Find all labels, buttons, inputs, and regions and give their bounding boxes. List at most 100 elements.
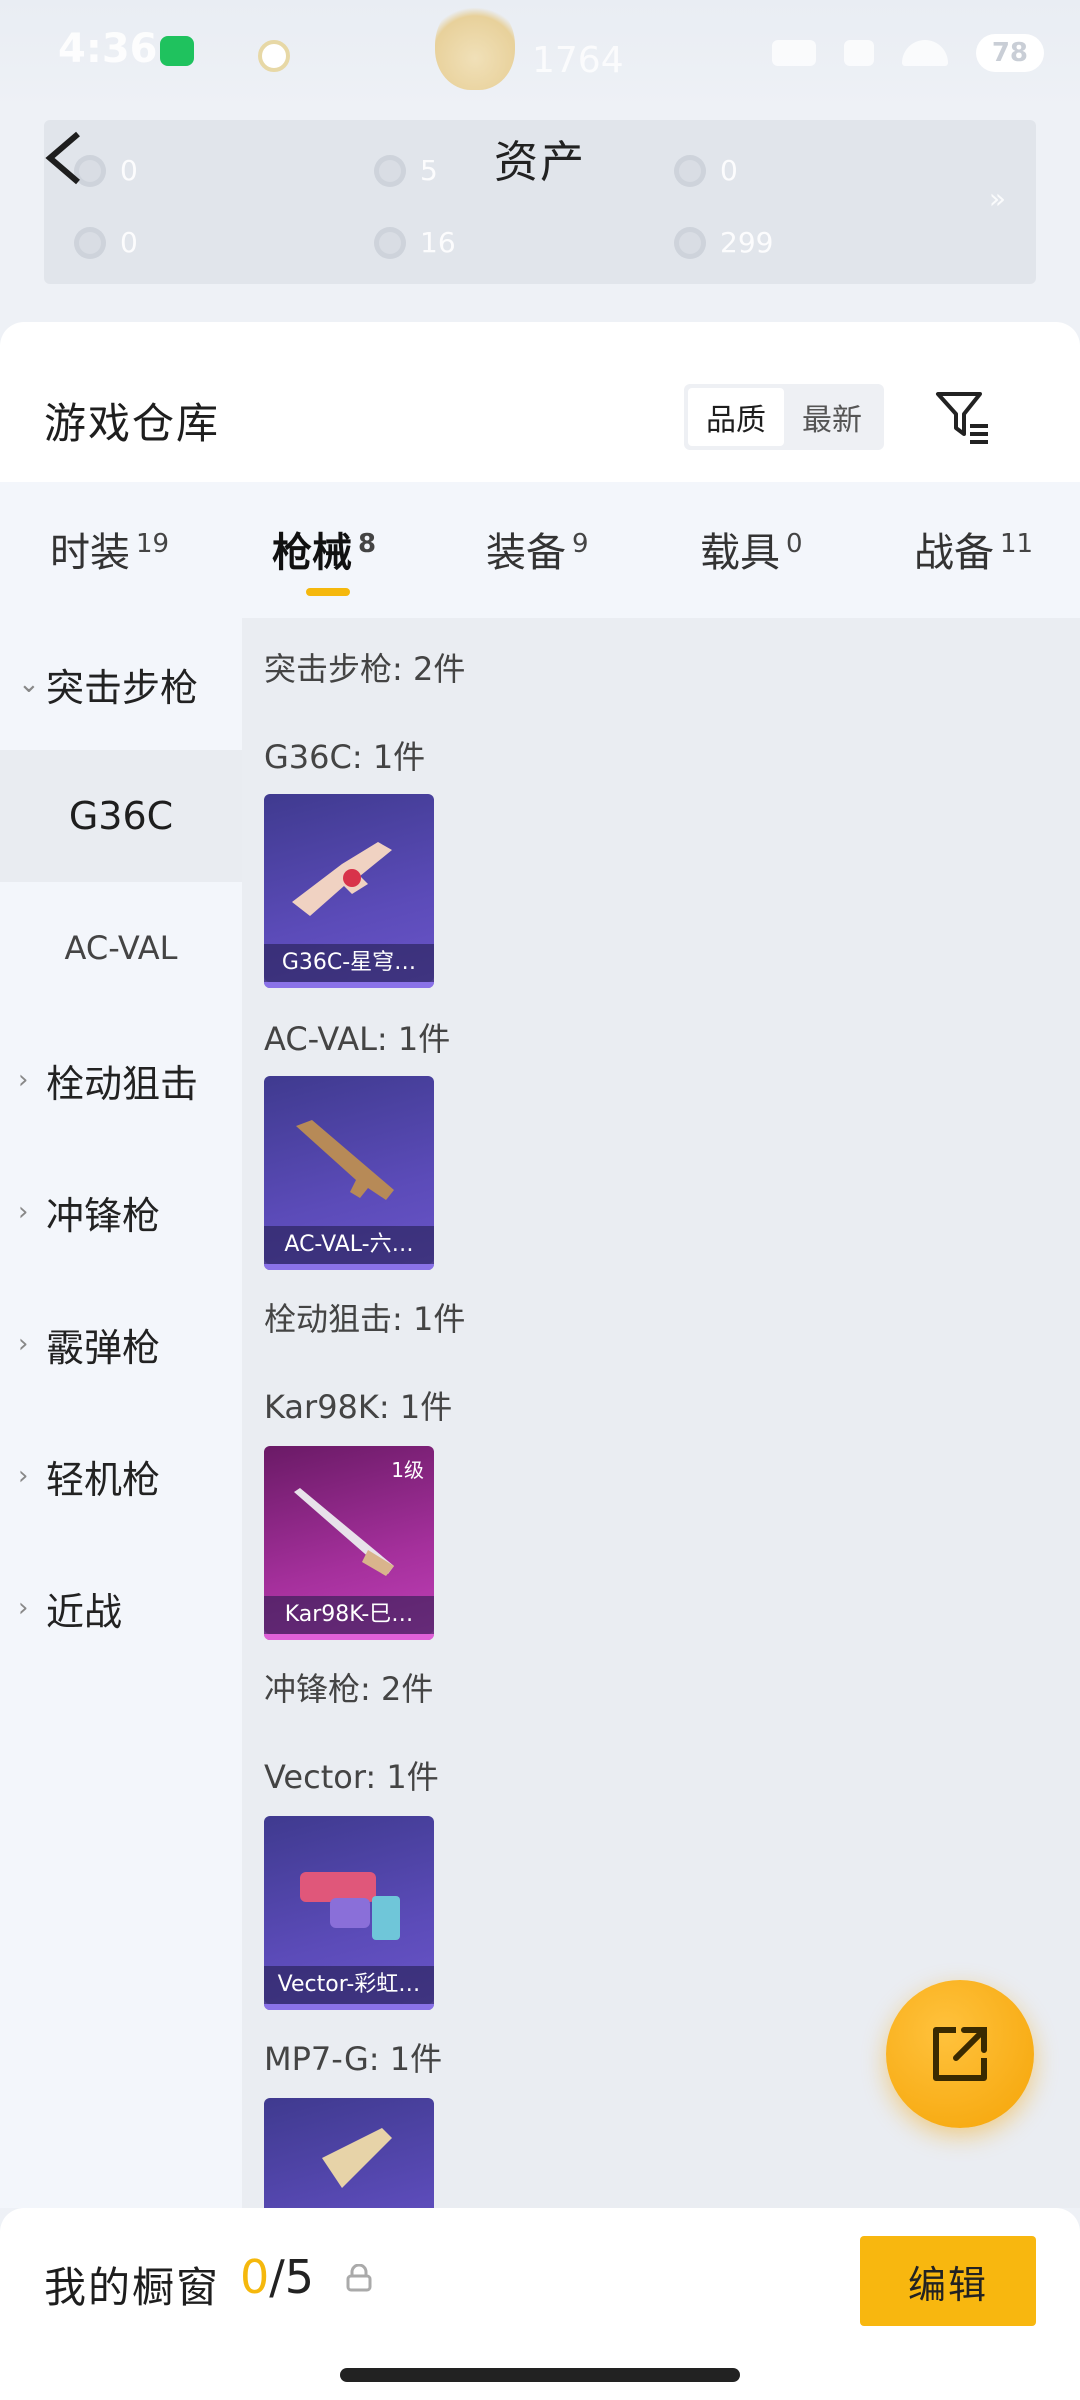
showcase-current: 0 bbox=[240, 2250, 270, 2304]
chevron-left-icon bbox=[45, 131, 80, 185]
section-title: 栓动狙击: 1件 bbox=[264, 1300, 466, 1338]
status-bar: 4:36 1764 78 bbox=[0, 0, 1080, 110]
notification-icon bbox=[258, 40, 290, 72]
showcase-separator: / bbox=[269, 2250, 285, 2304]
tab-count: 11 bbox=[1000, 529, 1034, 559]
sidebar-item-label: 栓动狙击 bbox=[46, 1061, 199, 1106]
sidebar-item-label: 霰弹枪 bbox=[46, 1325, 161, 1370]
tab-supplies[interactable]: 战备 11 bbox=[914, 520, 1033, 578]
asset-gem-icon bbox=[74, 226, 106, 259]
asset-value: 0 bbox=[120, 226, 138, 259]
tab-label: 战备 bbox=[914, 530, 994, 576]
sidebar-category-melee[interactable]: › 近战 bbox=[0, 1542, 242, 1674]
showcase-label: 我的橱窗 bbox=[44, 2263, 221, 2312]
flame-icon bbox=[435, 0, 515, 90]
item-card[interactable] bbox=[264, 2098, 434, 2208]
sort-toggle[interactable]: 品质 最新 bbox=[684, 384, 884, 450]
asset-value: 16 bbox=[420, 226, 456, 259]
section-subtitle: Kar98K: 1件 bbox=[264, 1388, 453, 1426]
section-subtitle: Vector: 1件 bbox=[264, 1758, 439, 1796]
category-tabs: 时装 19 枪械 8 装备 9 载具 0 战备 11 bbox=[0, 482, 1080, 618]
sort-option-quality[interactable]: 品质 bbox=[688, 388, 784, 446]
lock-icon bbox=[346, 2264, 372, 2292]
chevron-down-icon: ⌄ bbox=[18, 669, 40, 699]
status-indicators: 78 bbox=[771, 34, 1044, 72]
home-indicator[interactable] bbox=[340, 2368, 740, 2382]
tab-count: 9 bbox=[572, 529, 589, 559]
share-icon bbox=[933, 2027, 987, 2081]
smg-icon bbox=[322, 2128, 392, 2188]
share-button[interactable] bbox=[886, 1980, 1034, 2128]
item-card[interactable]: 1级 Kar98K-巳… bbox=[264, 1446, 434, 1640]
chevron-right-icon: › bbox=[18, 1065, 29, 1095]
warehouse-title: 游戏仓库 bbox=[44, 399, 221, 448]
section-subtitle: AC-VAL: 1件 bbox=[264, 1020, 451, 1058]
chevron-right-icon: › bbox=[18, 1329, 29, 1359]
asset-coin-icon bbox=[374, 226, 406, 259]
showcase-count: 0/5 bbox=[240, 2250, 314, 2304]
section-title: 突击步枪: 2件 bbox=[264, 650, 466, 688]
sort-option-latest[interactable]: 最新 bbox=[784, 388, 880, 446]
chevron-right-icon: › bbox=[18, 1593, 29, 1623]
item-card[interactable]: AC-VAL-六… bbox=[264, 1076, 434, 1270]
sidebar-category-bolt-sniper[interactable]: › 栓动狙击 bbox=[0, 1014, 242, 1146]
status-score: 1764 bbox=[532, 40, 624, 81]
tab-label: 装备 bbox=[486, 530, 566, 576]
asset-coin-icon bbox=[674, 226, 706, 259]
category-sidebar: ⌄ 突击步枪 G36C AC-VAL › 栓动狙击 › 冲锋枪 › 霰弹枪 › … bbox=[0, 618, 242, 2208]
tab-count: 0 bbox=[786, 529, 803, 559]
item-card[interactable]: G36C-星穹… bbox=[264, 794, 434, 988]
sidebar-item-label: AC-VAL bbox=[64, 929, 178, 967]
filter-button[interactable] bbox=[934, 388, 992, 446]
showcase-max: 5 bbox=[284, 2250, 315, 2304]
tab-fashion[interactable]: 时装 19 bbox=[50, 520, 169, 578]
battery-indicator: 78 bbox=[975, 34, 1044, 72]
item-list[interactable]: 突击步枪: 2件 G36C: 1件 G36C-星穹… AC-VAL: 1件 AC… bbox=[242, 618, 1080, 2208]
wechat-icon bbox=[160, 36, 194, 66]
chevron-right-icon: › bbox=[18, 1461, 29, 1491]
tab-label: 枪械 bbox=[272, 530, 352, 576]
status-time: 4:36 bbox=[58, 26, 158, 72]
tab-equipment[interactable]: 装备 9 bbox=[486, 520, 589, 578]
edit-button[interactable]: 编辑 bbox=[860, 2236, 1036, 2326]
tab-label: 载具 bbox=[700, 530, 780, 576]
smg-icon bbox=[300, 1872, 400, 1940]
sidebar-category-lmg[interactable]: › 轻机枪 bbox=[0, 1410, 242, 1542]
sidebar-item-label: 冲锋枪 bbox=[46, 1193, 161, 1238]
item-name: AC-VAL-六… bbox=[264, 1226, 434, 1264]
tab-count: 8 bbox=[358, 529, 377, 559]
sidebar-item-label: G36C bbox=[68, 794, 174, 838]
signal-icon bbox=[843, 40, 874, 66]
page-title: 资产 bbox=[494, 137, 586, 188]
rifle-icon bbox=[292, 842, 392, 916]
sidebar-category-shotgun[interactable]: › 霰弹枪 bbox=[0, 1278, 242, 1410]
rifle-icon bbox=[296, 1120, 394, 1200]
section-title: 冲锋枪: 2件 bbox=[264, 1670, 434, 1708]
sidebar-item-label: 近战 bbox=[46, 1589, 123, 1634]
sidebar-subitem-acval[interactable]: AC-VAL bbox=[0, 882, 242, 1014]
wifi-icon bbox=[901, 40, 948, 66]
back-button[interactable] bbox=[38, 128, 90, 188]
item-card[interactable]: Vector-彩虹… bbox=[264, 1816, 434, 2010]
sidebar-item-label: 轻机枪 bbox=[46, 1457, 161, 1502]
network-icon bbox=[771, 40, 816, 66]
tab-label: 时装 bbox=[50, 530, 130, 576]
tab-count: 19 bbox=[136, 529, 170, 559]
chevron-right-icon: › bbox=[18, 1197, 29, 1227]
section-subtitle: G36C: 1件 bbox=[264, 738, 426, 776]
warehouse-header: 游戏仓库 品质 最新 bbox=[0, 322, 1080, 482]
asset-item: 299 bbox=[674, 226, 773, 259]
item-name: G36C-星穹… bbox=[264, 944, 434, 982]
section-subtitle: MP7-G: 1件 bbox=[264, 2040, 443, 2078]
sidebar-item-label: 突击步枪 bbox=[46, 665, 199, 710]
tab-vehicles[interactable]: 载具 0 bbox=[700, 520, 803, 578]
sniper-rifle-icon bbox=[294, 1488, 394, 1576]
asset-item: 16 bbox=[374, 226, 456, 259]
filter-icon bbox=[936, 392, 988, 444]
sidebar-category-smg[interactable]: › 冲锋枪 bbox=[0, 1146, 242, 1278]
item-name: Kar98K-巳… bbox=[264, 1596, 434, 1634]
tab-firearms[interactable]: 枪械 8 bbox=[272, 520, 377, 596]
sidebar-category-assault-rifle[interactable]: ⌄ 突击步枪 bbox=[0, 618, 242, 750]
sidebar-subitem-g36c[interactable]: G36C bbox=[0, 750, 242, 882]
asset-item: 0 bbox=[74, 226, 138, 259]
